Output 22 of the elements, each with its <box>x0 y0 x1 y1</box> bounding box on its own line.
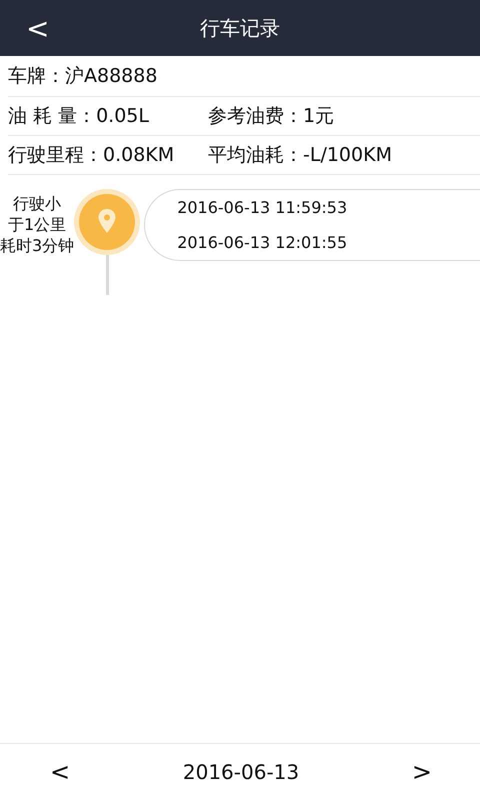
stat-label: 平均油耗： <box>208 143 303 168</box>
stat-label: 参考油费： <box>208 104 303 129</box>
location-pin-icon <box>74 189 140 255</box>
end-time: 2016-06-13 12:01:55 <box>177 233 348 252</box>
trip-time-card[interactable]: 2016-06-13 11:59:53 2016-06-13 12:01:55 <box>144 189 480 261</box>
stat-value: 0.08KM <box>103 144 174 166</box>
stat-label: 油 耗 量： <box>8 104 96 129</box>
trip-summary-line: 于1公里 <box>8 214 66 235</box>
page-title: 行车记录 <box>200 14 280 42</box>
stat-value: -L/100KM <box>303 144 392 166</box>
back-button[interactable]: < <box>22 12 54 44</box>
start-time: 2016-06-13 11:59:53 <box>177 198 348 217</box>
current-date: 2016-06-13 <box>182 760 300 784</box>
next-day-button[interactable]: > <box>408 758 436 786</box>
plate-label: 车牌： <box>8 64 65 89</box>
trip-summary-line: 耗时3分钟 <box>0 235 74 256</box>
stat-label: 行驶里程： <box>8 143 103 168</box>
stat-value: 1元 <box>303 104 334 129</box>
previous-day-button[interactable]: < <box>46 758 74 786</box>
plate-value: 沪A88888 <box>65 64 158 89</box>
trip-summary-line: 行驶小 <box>13 193 62 214</box>
stat-value: 0.05L <box>96 105 149 127</box>
